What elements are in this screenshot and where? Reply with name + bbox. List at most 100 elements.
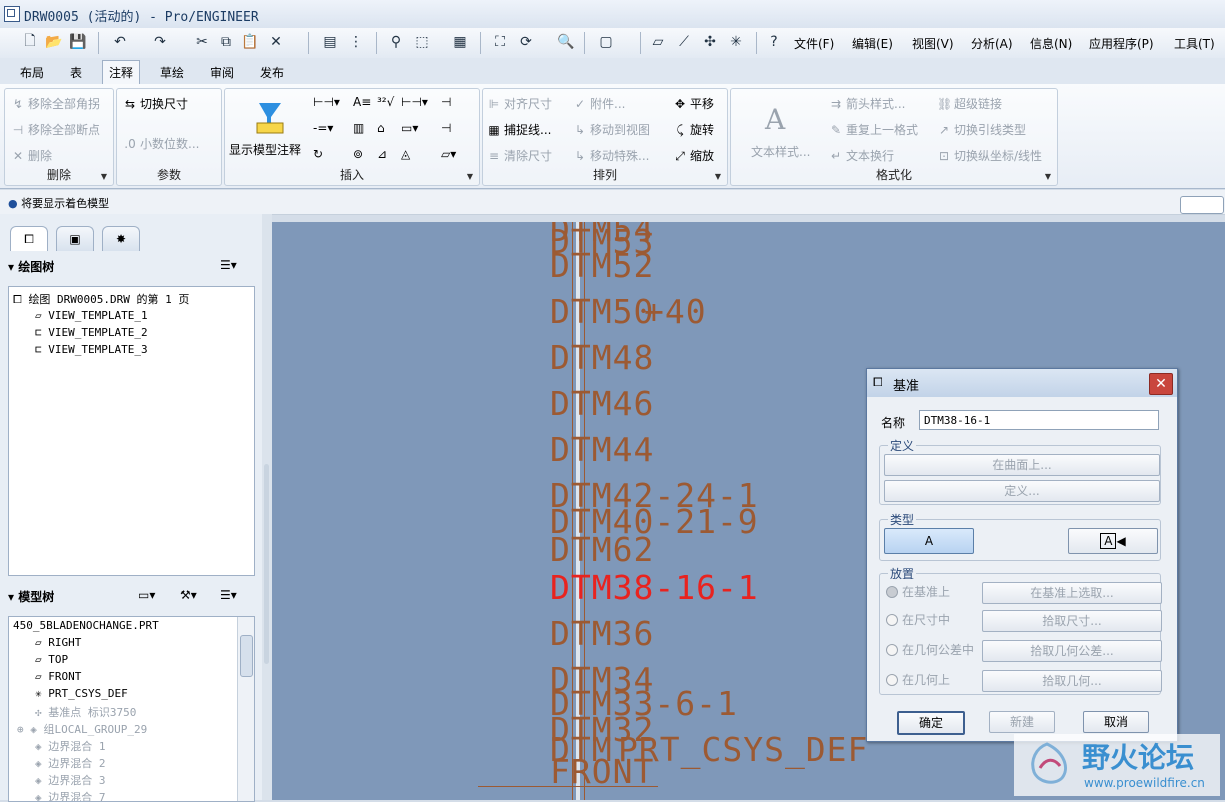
pick-gtol-button[interactable]: 拾取几何公差...: [982, 640, 1162, 662]
layers-icon[interactable]: ▤: [320, 32, 340, 52]
delete-button[interactable]: ✕ 删除: [11, 147, 52, 164]
define-button[interactable]: 定义...: [884, 480, 1160, 502]
datum-label[interactable]: DTM46: [550, 384, 654, 423]
datum-label[interactable]: DTM44: [550, 430, 654, 469]
tree-row[interactable]: ◈ 边界混合 3: [35, 772, 106, 788]
panel-splitter[interactable]: [262, 214, 272, 800]
switch-dimensions-button[interactable]: ⇆ 切换尺寸: [123, 95, 188, 112]
tree-settings-icon[interactable]: ☰▾: [220, 588, 237, 602]
cut-icon[interactable]: ✂: [192, 32, 212, 52]
tree-row[interactable]: ◈ 边界混合 1: [35, 738, 106, 754]
pan-button[interactable]: ✥ 平移: [673, 95, 714, 112]
tree-row[interactable]: ▱ FRONT: [35, 670, 81, 683]
cancel-button[interactable]: 取消: [1083, 711, 1149, 733]
select-box-icon[interactable]: ⬚: [412, 32, 432, 52]
tree-settings-icon[interactable]: ☰▾: [220, 258, 237, 272]
menu-view[interactable]: 视图(V): [912, 35, 954, 52]
note-icon[interactable]: A≡: [353, 95, 371, 109]
radio-in-gtol[interactable]: [886, 644, 898, 656]
datum-label[interactable]: DTM48: [550, 338, 654, 377]
copy-icon[interactable]: ⧉: [216, 32, 236, 52]
model-tree-header[interactable]: ▾ 模型树 ▭▾ ⚒▾ ☰▾: [8, 588, 254, 612]
symbol-icon[interactable]: ▭▾: [401, 121, 418, 135]
offset-line-icon[interactable]: ⊣: [441, 121, 451, 135]
type-a-arrow-button[interactable]: A ◀: [1068, 528, 1158, 554]
tab-model-tree-icon[interactable]: ⧠: [10, 226, 48, 251]
target-icon[interactable]: ⊚: [353, 147, 363, 161]
menu-analysis[interactable]: 分析(A): [971, 35, 1013, 52]
text-style-icon[interactable]: A: [765, 103, 785, 136]
collapse-icon[interactable]: ▾: [8, 590, 14, 604]
datum-label-selected[interactable]: DTM38-16-1: [550, 568, 759, 607]
datum-target-icon[interactable]: ◬: [401, 147, 410, 161]
smart-filter-box[interactable]: [1180, 196, 1224, 214]
drawing-tree-header[interactable]: ▾ 绘图树 ☰▾: [8, 258, 254, 282]
pick-dimension-button[interactable]: 拾取尺寸...: [982, 610, 1162, 632]
tab-sketch[interactable]: 草绘: [160, 64, 184, 81]
tab-publish[interactable]: 发布: [260, 64, 284, 81]
csys-display-icon[interactable]: ✳: [726, 32, 746, 52]
open-folder-icon[interactable]: 📂: [44, 32, 64, 52]
attachment-button[interactable]: ✓ 附件...: [573, 95, 625, 112]
save-icon[interactable]: 💾: [68, 32, 88, 52]
tab-annotate[interactable]: 注释: [102, 60, 141, 86]
datum-axis-display-icon[interactable]: ⟋: [674, 32, 694, 52]
repeat-last-format-button[interactable]: ✎ 重复上一格式: [829, 121, 918, 138]
paste-icon[interactable]: 📋: [240, 32, 260, 52]
find-icon[interactable]: ⚲: [386, 32, 406, 52]
tab-review[interactable]: 审阅: [210, 64, 234, 81]
show-model-annotations-button[interactable]: 显示模型注释: [229, 141, 301, 158]
whats-this-icon[interactable]: ?: [764, 32, 784, 52]
tree-row[interactable]: ▱ TOP: [35, 653, 68, 666]
tree-row[interactable]: ✳ PRT_CSYS_DEF: [35, 687, 128, 700]
ok-button[interactable]: 确定: [897, 711, 965, 735]
tree-row[interactable]: ▱ VIEW_TEMPLATE_1: [35, 309, 148, 322]
tree-row[interactable]: ◈ 边界混合 7: [35, 789, 106, 801]
tree-row[interactable]: ✣ 基准点 标识3750: [35, 704, 136, 720]
decimal-places-button[interactable]: .0 小数位数...: [123, 135, 199, 152]
align-dimensions-button[interactable]: ⊫ 对齐尺寸: [487, 95, 552, 112]
model-info-icon[interactable]: ▦: [450, 32, 470, 52]
chevron-down-icon[interactable]: ▼: [715, 172, 721, 181]
dialog-title-bar[interactable]: ⧠ 基准 ✕: [867, 369, 1177, 397]
model-tree-scrollbar[interactable]: [237, 617, 254, 801]
datum-label[interactable]: DTM62: [550, 530, 654, 569]
repaint-icon[interactable]: ⟳: [516, 32, 536, 52]
tree-row[interactable]: ⧠ 绘图 DRW0005.DRW 的第 1 页: [13, 291, 189, 307]
zoom-icon[interactable]: 🔍: [556, 32, 576, 52]
csys-label[interactable]: PRT_CSYS_DEF: [618, 730, 868, 769]
tab-table[interactable]: 表: [70, 64, 82, 81]
datum-feature-icon[interactable]: ▥: [353, 121, 364, 135]
menu-tools[interactable]: 工具(T): [1174, 35, 1215, 52]
move-to-view-button[interactable]: ↳ 移动到视图: [573, 121, 650, 138]
radio-on-geometry[interactable]: [886, 674, 898, 686]
tree-row[interactable]: ⊕ ◈ 组LOCAL_GROUP_29: [17, 721, 147, 737]
menu-applications[interactable]: 应用程序(P): [1089, 35, 1154, 52]
hyperlink-button[interactable]: ⛓ 超级链接: [937, 95, 1002, 112]
datum-point-display-icon[interactable]: ✣: [700, 32, 720, 52]
scrollbar-thumb[interactable]: [240, 635, 253, 677]
remove-all-jogs-button[interactable]: ↯ 移除全部角拐: [11, 95, 100, 112]
tree-row[interactable]: ◈ 边界混合 2: [35, 755, 106, 771]
pick-geometry-button[interactable]: 拾取几何...: [982, 670, 1162, 692]
leader-icon[interactable]: ⊣: [441, 95, 451, 109]
show-icon[interactable]: ▭▾: [138, 588, 155, 602]
menu-file[interactable]: 文件(F): [794, 35, 834, 52]
weld-icon[interactable]: ⊿: [377, 147, 387, 161]
arc-icon[interactable]: ↻: [313, 147, 323, 161]
delete-icon[interactable]: ✕: [266, 32, 286, 52]
surface-finish-icon[interactable]: ³²√: [377, 95, 394, 109]
reference-dim-icon[interactable]: -=▾: [313, 121, 333, 135]
datum-plane-icon[interactable]: ▱▾: [441, 147, 456, 161]
toggle-ordinate-linear-button[interactable]: ⊡ 切换纵坐标/线性: [937, 147, 1042, 164]
tab-favorites-icon[interactable]: ✸: [102, 226, 140, 251]
new-file-icon[interactable]: 🗋: [20, 32, 40, 52]
chevron-down-icon[interactable]: ▼: [467, 172, 473, 181]
datum-label[interactable]: +40: [644, 292, 707, 331]
snap-line-button[interactable]: ▦ 捕捉线...: [487, 121, 551, 138]
tree-row[interactable]: 450_5BLADENOCHANGE.PRT: [13, 619, 159, 632]
redo-icon[interactable]: ↷: [150, 32, 170, 52]
new-button[interactable]: 新建: [989, 711, 1055, 733]
chevron-down-icon[interactable]: ▼: [1045, 172, 1051, 181]
show-model-annotations-icon[interactable]: [253, 101, 287, 135]
